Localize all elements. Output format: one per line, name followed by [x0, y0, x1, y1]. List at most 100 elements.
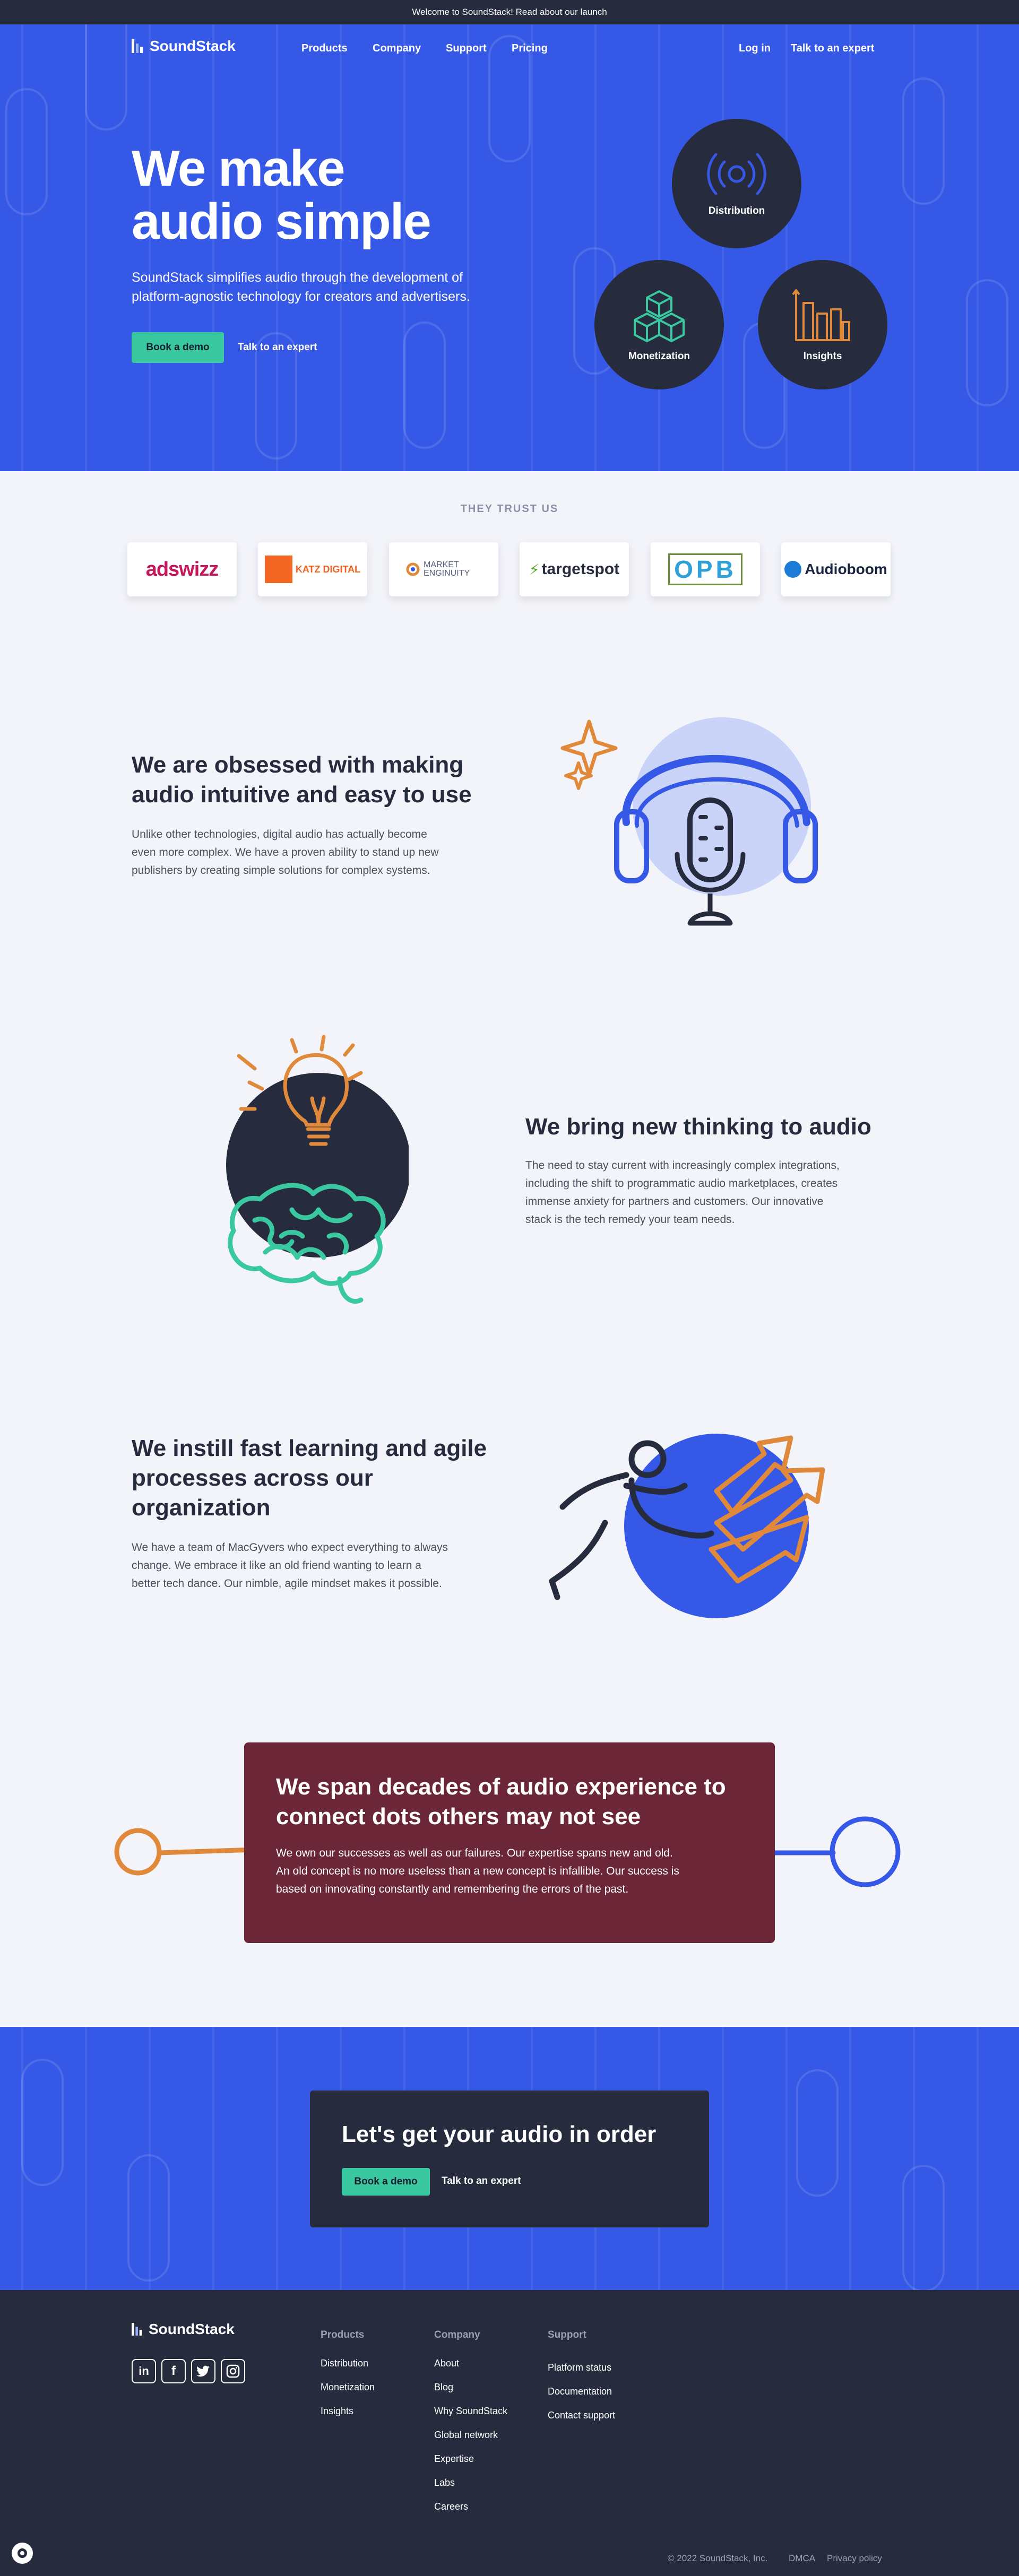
brand-logo[interactable]: SoundStack [132, 37, 236, 55]
footer-link-monetization[interactable]: Monetization [321, 2382, 375, 2393]
footer-link-careers[interactable]: Careers [434, 2501, 468, 2512]
body-line: We own our successes as well as our fail… [276, 1847, 673, 1859]
footer-link-about[interactable]: About [434, 2358, 459, 2369]
footer-link-platform-status[interactable]: Platform status [548, 2362, 611, 2373]
footer-link-contact-support[interactable]: Contact support [548, 2410, 615, 2421]
bar-chart-icon [792, 289, 850, 341]
body-line: better tech dance. Our nimble, agile min… [132, 1577, 442, 1590]
nav-products[interactable]: Products [301, 42, 348, 55]
logo-card-adswizz: adswizz [127, 542, 237, 596]
nav-pricing[interactable]: Pricing [512, 42, 548, 55]
footer-link-insights[interactable]: Insights [321, 2406, 353, 2417]
bg-pill [966, 279, 1008, 406]
hero-title-line: We make [132, 140, 345, 197]
section-new-thinking-body: The need to stay current with increasing… [525, 1157, 840, 1229]
twitter-icon[interactable] [191, 2359, 215, 2383]
soundstack-logo-icon [132, 39, 143, 53]
privacy-policy-link[interactable]: Privacy policy [827, 2553, 882, 2564]
cta-talk-expert-link[interactable]: Talk to an expert [442, 2175, 521, 2187]
nav-company[interactable]: Company [373, 42, 421, 55]
katz-logo-mark [264, 556, 292, 583]
adswizz-logo: adswizz [145, 558, 219, 580]
instagram-icon[interactable] [221, 2359, 245, 2383]
hero-title-line: audio simple [132, 193, 431, 250]
distribution-circle[interactable]: Distribution [672, 119, 801, 248]
title-line: audio intuitive and easy to use [132, 782, 472, 808]
title-line: We span decades of audio experience to [276, 1774, 726, 1800]
insights-circle[interactable]: Insights [758, 260, 887, 389]
monetization-circle[interactable]: Monetization [594, 260, 724, 389]
footer-products-heading: Products [321, 2329, 365, 2340]
bg-pill [796, 2069, 839, 2197]
section-obsessed-title: We are obsessed with making audio intuit… [132, 750, 472, 810]
footer-link-distribution[interactable]: Distribution [321, 2358, 368, 2369]
hero-subtitle-line: platform-agnostic technology for creator… [132, 289, 470, 304]
linkedin-icon[interactable]: in [132, 2359, 156, 2383]
instagram-glyph [226, 2364, 240, 2378]
headphones-microphone-illustration [560, 717, 818, 926]
hero-subtitle-line: SoundStack simplifies audio through the … [132, 270, 463, 285]
body-line: publishers by creating simple solutions … [132, 864, 430, 877]
experience-body: We own our successes as well as our fail… [276, 1844, 679, 1898]
bg-pill [85, 24, 127, 131]
book-demo-button[interactable]: Book a demo [132, 332, 224, 363]
talk-expert-link[interactable]: Talk to an expert [238, 342, 317, 353]
logo-card-targetspot: ⚡ targetspot [520, 542, 629, 596]
section-fast-learning-title: We instill fast learning and agile proce… [132, 1434, 487, 1523]
footer-link-blog[interactable]: Blog [434, 2382, 453, 2393]
accessibility-widget-button[interactable] [12, 2543, 33, 2564]
title-line: processes across our [132, 1465, 373, 1491]
copyright-text: © 2022 SoundStack, Inc. [668, 2553, 768, 2563]
section-obsessed-body: Unlike other technologies, digital audio… [132, 826, 439, 880]
footer-link-expertise[interactable]: Expertise [434, 2453, 474, 2465]
runner-arrows-illustration [549, 1434, 825, 1618]
cta-card [310, 2091, 709, 2227]
cta-book-demo-button[interactable]: Book a demo [342, 2168, 430, 2196]
nav-talk-expert[interactable]: Talk to an expert [791, 42, 874, 55]
insights-label: Insights [803, 351, 842, 362]
cubes-icon [634, 290, 685, 342]
market-enginuity-logo: MARKET ENGINUITY [424, 560, 470, 578]
bg-pill [21, 2059, 64, 2186]
announcement-text[interactable]: Welcome to SoundStack! Read about our la… [412, 7, 607, 18]
body-line: immense anxiety for partners and custome… [525, 1195, 824, 1208]
body-line: based on innovating constantly and remem… [276, 1883, 629, 1895]
market-enginuity-mark-icon [406, 562, 420, 576]
footer-brand-name: SoundStack [149, 2321, 235, 2337]
nav-support[interactable]: Support [446, 42, 487, 55]
section-new-thinking-title: We bring new thinking to audio [525, 1114, 871, 1140]
bg-pill [902, 77, 945, 205]
accessibility-icon [18, 2548, 27, 2558]
twitter-bird-glyph [196, 2365, 210, 2377]
footer-link-why-soundstack[interactable]: Why SoundStack [434, 2406, 507, 2417]
body-line: including the shift to programmatic audi… [525, 1177, 838, 1190]
dmca-link[interactable]: DMCA [789, 2553, 815, 2564]
audioboom-logo: Audioboom [805, 561, 887, 577]
footer-link-documentation[interactable]: Documentation [548, 2386, 612, 2397]
footer-link-labs[interactable]: Labs [434, 2477, 455, 2488]
title-line: connect dots others may not see [276, 1803, 641, 1829]
footer-brand-logo[interactable]: SoundStack [132, 2321, 235, 2338]
monetization-label: Monetization [628, 351, 690, 362]
nav-login[interactable]: Log in [739, 42, 771, 55]
bg-pill [5, 88, 48, 215]
footer-link-global-network[interactable]: Global network [434, 2430, 498, 2441]
logo-card-opb: OPB [651, 542, 760, 596]
brand-name: SoundStack [150, 38, 236, 54]
targetspot-logo: targetspot [541, 560, 620, 578]
bolt-icon: ⚡ [529, 561, 540, 578]
body-line: The need to stay current with increasing… [525, 1159, 840, 1172]
logo-card-market-enginuity: MARKET ENGINUITY [389, 542, 498, 596]
body-line: Unlike other technologies, digital audio… [132, 828, 427, 840]
bg-pill [127, 2154, 170, 2282]
title-line: We are obsessed with making [132, 752, 464, 778]
body-line: stack is the tech remedy your team needs… [525, 1213, 735, 1226]
facebook-icon[interactable]: f [161, 2359, 186, 2383]
body-line: change. We embrace it like an old friend… [132, 1559, 421, 1572]
opb-logo: OPB [668, 553, 742, 585]
experience-title: We span decades of audio experience to c… [276, 1772, 726, 1832]
announcement-bar[interactable]: Welcome to SoundStack! Read about our la… [0, 0, 1019, 24]
body-line: even more complex. We have a proven abil… [132, 846, 439, 858]
trust-heading: THEY TRUST US [460, 503, 559, 515]
hero-title: We make audio simple [132, 140, 431, 250]
